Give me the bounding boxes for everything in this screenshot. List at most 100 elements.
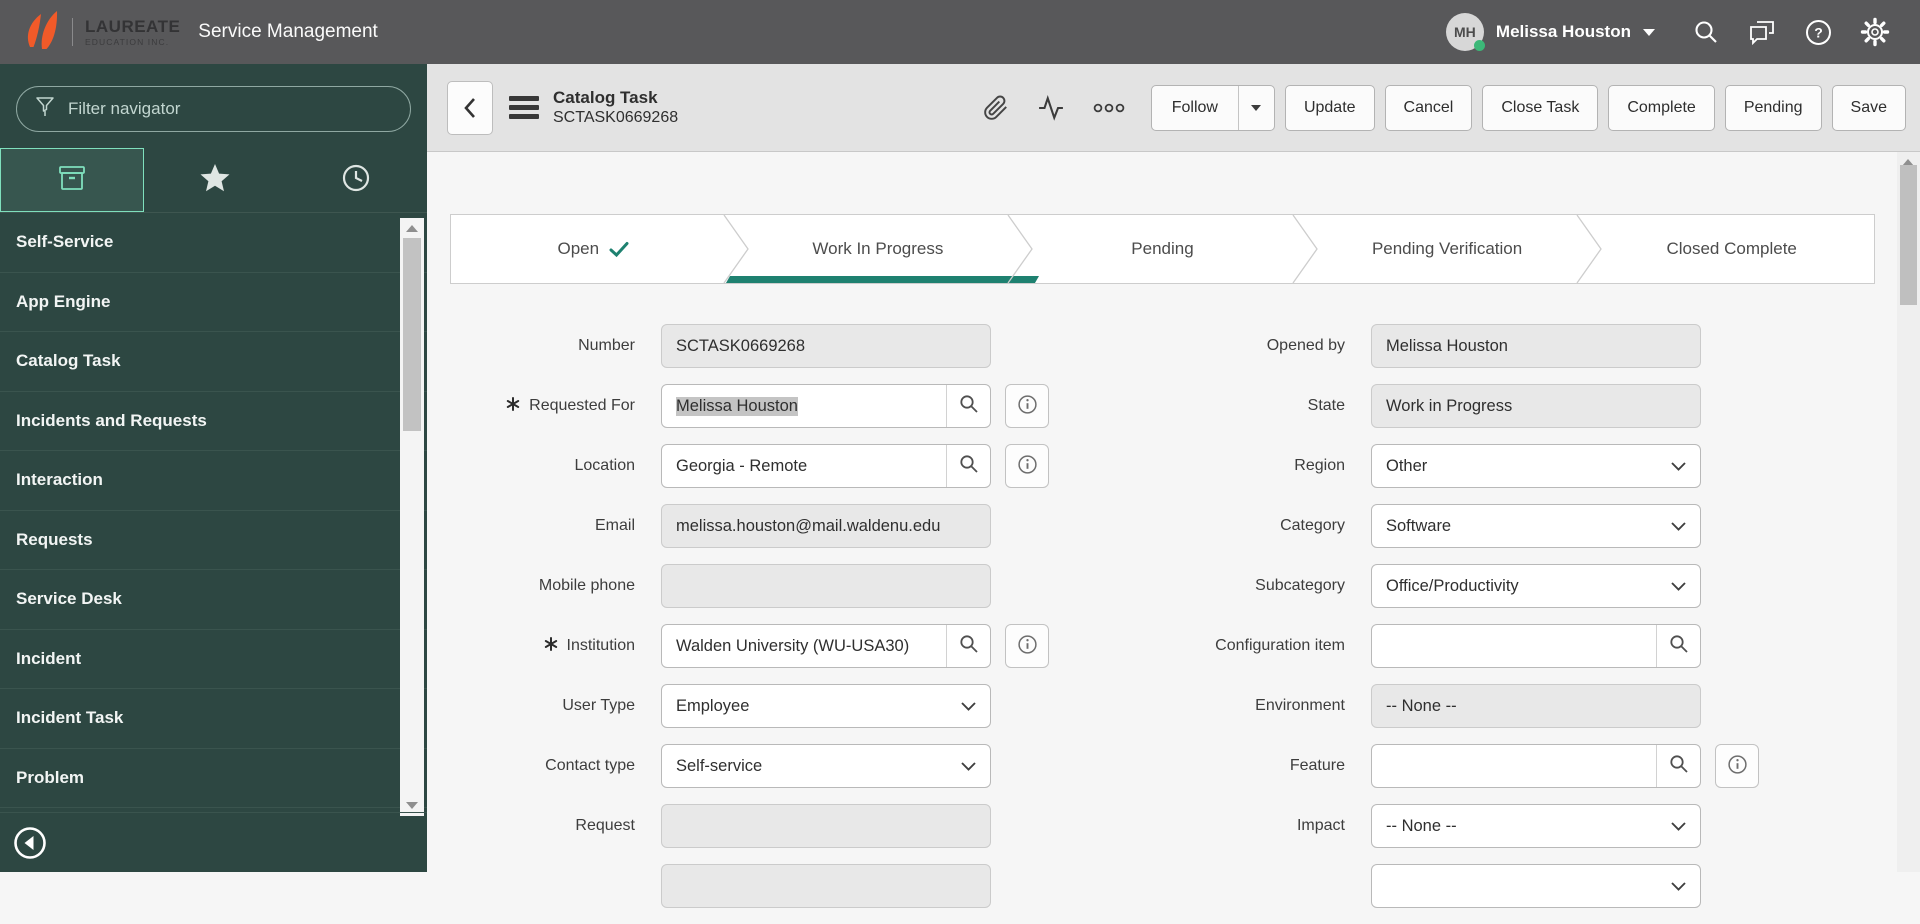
location-reference-field: Georgia - Remote [661,444,991,488]
location-label: Location [450,457,636,475]
stage-pending-verification[interactable]: Pending Verification [1305,215,1590,283]
requested-for-info-button[interactable] [1005,384,1049,428]
field-label-text: Email [594,517,635,534]
mobile-phone-label: Mobile phone [450,577,635,595]
follow-button-label[interactable]: Follow [1152,86,1238,130]
category-label: Category [1160,517,1345,535]
stage-closed-complete[interactable]: Closed Complete [1589,215,1874,283]
category-select[interactable]: Software [1371,504,1701,548]
save-button[interactable]: Save [1831,84,1906,131]
record-type-title: Catalog Task [553,87,658,107]
state-label: State [1160,397,1345,415]
help-icon[interactable]: ? [1804,18,1833,47]
close-task-button[interactable]: Close Task [1482,84,1599,131]
sidebar-item-problem[interactable]: Problem [0,749,427,808]
sidebar-item-app-engine[interactable]: App Engine [0,273,427,332]
stage-work-in-progress[interactable]: Work In Progress [725,215,1039,283]
tab-history[interactable] [285,148,427,212]
funnel-icon [35,96,55,123]
partial-select[interactable] [1371,864,1701,908]
chevron-down-icon [1671,877,1686,896]
filter-navigator-input[interactable] [68,99,392,119]
region-select[interactable]: Other [1371,444,1701,488]
sidebar-item-incident-task[interactable]: Incident Task [0,689,427,749]
subcategory-label: Subcategory [1160,577,1345,595]
location-input[interactable]: Georgia - Remote [662,457,946,476]
form-column-right: Opened by Melissa Houston State Work in Pro… [1160,324,1759,924]
settings-gear-icon[interactable] [1860,17,1890,47]
filter-navigator[interactable] [16,86,411,132]
user-menu[interactable]: MH Melissa Houston [1445,13,1655,51]
stage-open[interactable]: Open [451,215,736,283]
request-label: Request [450,817,635,835]
form-content: Open Work In Progress Pending Pending Verif… [427,152,1920,908]
sidebar-item-incidents-and-requests[interactable]: Incidents and Requests [0,392,427,451]
complete-button[interactable]: Complete [1608,84,1715,131]
sidebar-item-incident[interactable]: Incident [0,630,427,689]
tab-all-applications[interactable] [0,148,144,212]
cancel-button[interactable]: Cancel [1384,84,1473,131]
institution-search-button[interactable] [946,625,990,667]
feature-search-button[interactable] [1656,745,1700,787]
presence-indicator [1473,40,1485,51]
sidebar-item-self-service[interactable]: Self-Service [0,213,427,273]
sidebar-item-interaction[interactable]: Interaction [0,451,427,511]
institution-info-button[interactable] [1005,624,1049,668]
feature-info-button[interactable] [1715,744,1759,788]
scroll-up-icon[interactable] [406,225,418,232]
field-row-subcategory: Subcategory Office/Productivity [1160,564,1759,608]
chevron-down-icon [1643,28,1655,36]
follow-button[interactable]: Follow [1150,84,1275,131]
global-search-icon[interactable] [1692,18,1720,46]
impact-select[interactable]: -- None -- [1371,804,1701,848]
navigator-sidebar: Self-Service App Engine Catalog Task Incide… [0,64,427,872]
pending-button[interactable]: Pending [1724,84,1822,131]
attachment-paperclip-icon[interactable] [983,95,1009,121]
field-row-partial [450,864,1049,908]
environment-label: Environment [1160,697,1345,715]
institution-input[interactable]: Walden University (WU-USA30) [662,637,946,656]
chevron-down-icon [961,757,976,776]
field-value: SCTASK0669268 [676,336,806,355]
sidebar-item-catalog-task[interactable]: Catalog Task [0,332,427,392]
field-row-partial [1160,864,1759,908]
update-button[interactable]: Update [1284,84,1375,131]
sidebar-item-requests[interactable]: Requests [0,511,427,570]
field-value: melissa.houston@mail.waldenu.edu [676,516,941,535]
scroll-down-icon[interactable] [406,802,418,809]
sidebar-scrollbar-thumb[interactable] [403,238,421,431]
activity-pulse-icon[interactable] [1037,94,1065,121]
field-row-region: Region Other [1160,444,1759,488]
search-icon [958,633,980,660]
field-label-text: Region [1294,457,1345,474]
sidebar-item-service-desk[interactable]: Service Desk [0,570,427,630]
context-menu-icon[interactable] [509,96,539,119]
stage-label: Pending Verification [1371,239,1523,258]
follow-dropdown-button[interactable] [1237,85,1274,130]
location-search-button[interactable] [946,445,990,487]
selected-option: Office/Productivity [1386,576,1519,595]
location-info-button[interactable] [1005,444,1049,488]
sidebar-scrollbar[interactable] [400,218,424,816]
subcategory-select[interactable]: Office/Productivity [1371,564,1701,608]
brand-line2: EDUCATION INC. [85,36,170,47]
back-button[interactable] [447,80,493,135]
connect-chat-icon[interactable] [1747,18,1777,46]
selected-option: Other [1386,456,1428,475]
main-scrollbar-thumb[interactable] [1900,165,1917,305]
user-type-select[interactable]: Employee [661,684,991,728]
selected-option: Self-service [676,756,763,775]
more-options-icon[interactable] [1093,102,1125,114]
collapse-navigator-icon[interactable] [12,825,48,861]
selected-option: Employee [676,696,750,715]
info-icon [1017,454,1038,478]
stage-pending[interactable]: Pending [1020,215,1305,283]
contact-type-select[interactable]: Self-service [661,744,991,788]
requested-for-input[interactable]: Melissa Houston [662,396,946,416]
avatar[interactable]: MH [1445,13,1485,51]
avatar-initials: MH [1454,24,1476,40]
tab-favorites[interactable] [144,148,286,212]
requested-for-search-button[interactable] [946,385,990,427]
main-scrollbar[interactable] [1897,152,1920,872]
configuration-item-search-button[interactable] [1656,625,1700,667]
